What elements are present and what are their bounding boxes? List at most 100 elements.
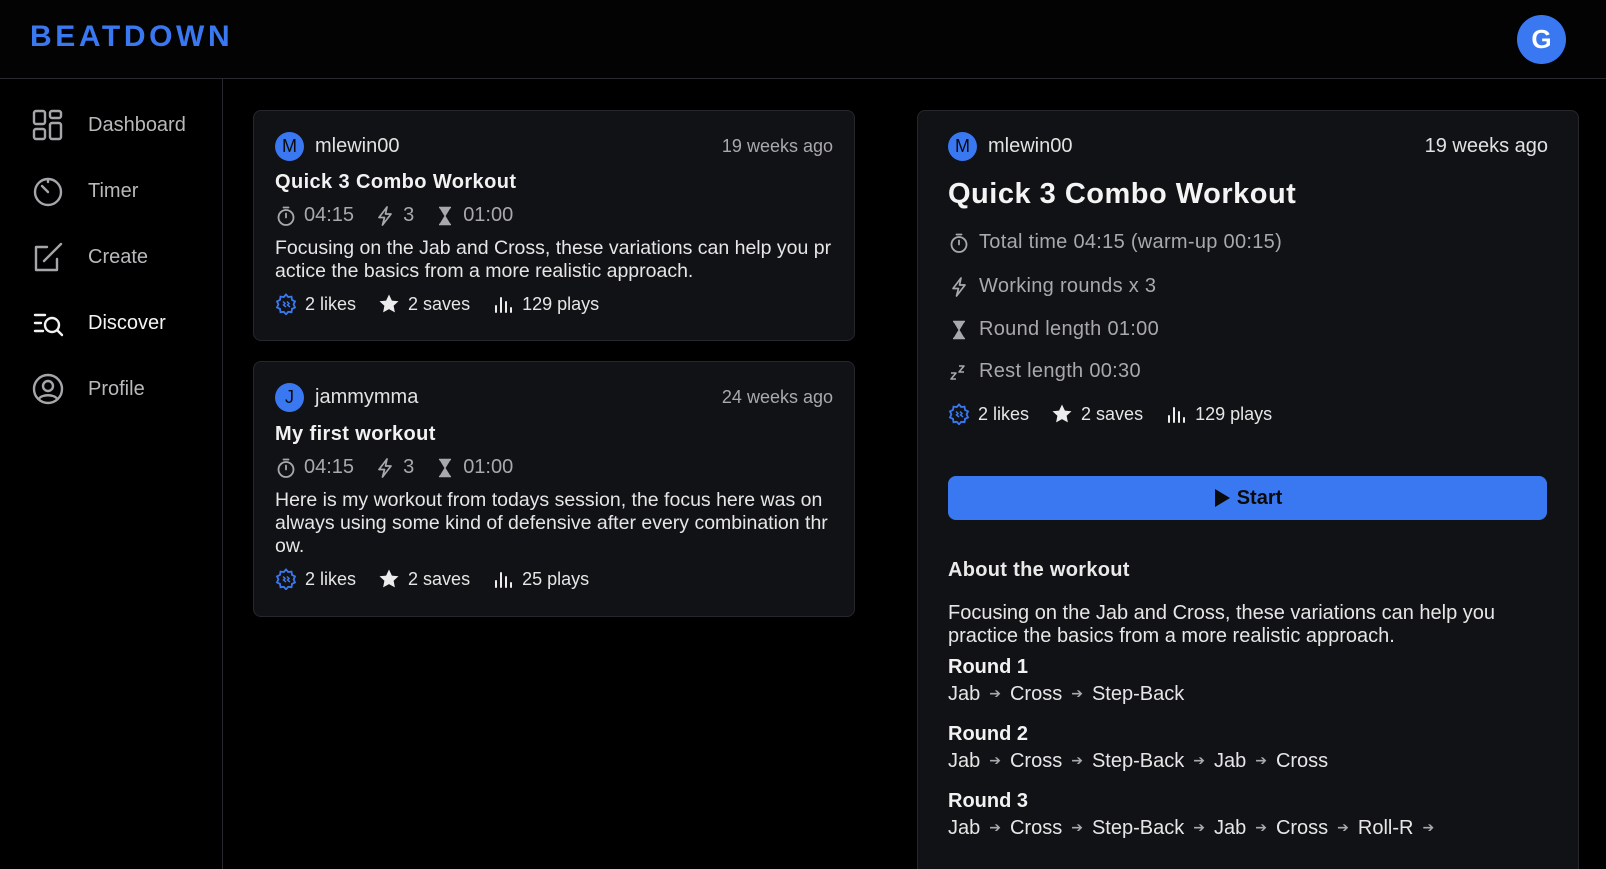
star-icon	[379, 294, 399, 313]
sidebar-item-label: Discover	[88, 311, 166, 334]
workout-time: 04:15	[304, 204, 355, 226]
plays-count: 129 plays	[522, 293, 600, 314]
lightning-icon	[952, 276, 966, 297]
arrow-right-icon: ➔	[1255, 752, 1267, 768]
sidebar-item-dashboard[interactable]: Dashboard	[30, 105, 220, 145]
create-icon	[30, 239, 66, 275]
username[interactable]: jammymma	[315, 386, 418, 409]
workout-title[interactable]: Quick 3 Combo Workout	[275, 171, 516, 194]
username[interactable]: mlewin00	[988, 135, 1072, 158]
sidebar-item-discover[interactable]: Discover	[30, 303, 220, 343]
likes-count: 2 likes	[305, 293, 357, 314]
user-avatar[interactable]: G	[1517, 15, 1566, 64]
sleep-icon	[950, 364, 965, 380]
move: Jab	[948, 817, 981, 839]
start-button[interactable]: Start	[948, 476, 1547, 520]
likes-count: 2 likes	[305, 568, 357, 589]
round-title: Round 3	[948, 790, 1028, 812]
avatar: J	[275, 383, 304, 412]
bar-chart-icon	[1168, 407, 1186, 423]
play-icon	[1214, 489, 1230, 507]
avatar: M	[948, 132, 977, 161]
plays-count: 25 plays	[522, 568, 590, 589]
likes-badge-icon	[275, 568, 297, 590]
workout-stats: 2 likes 2 saves 129 plays	[948, 403, 1294, 425]
sidebar-item-create[interactable]: Create	[30, 237, 220, 277]
rest-length-row: Rest length 00:30	[948, 360, 1141, 383]
saves-count: 2 saves	[408, 293, 471, 314]
timer-icon	[30, 173, 66, 209]
profile-icon	[30, 371, 66, 407]
round-sequence: Jab ➔ Cross ➔ Step-Back ➔ Jab ➔ Cross ➔ Roll-R ➔	[948, 817, 1443, 840]
arrow-right-icon: ➔	[1255, 819, 1267, 835]
saves-count: 2 saves	[408, 568, 471, 589]
likes-badge-icon	[275, 293, 297, 315]
workout-rounds: 3	[403, 204, 415, 226]
bar-chart-icon	[495, 297, 513, 313]
discover-icon	[30, 305, 66, 341]
sidebar-item-label: Create	[88, 245, 149, 268]
round-length: 01:00	[463, 204, 514, 226]
move: Jab	[948, 750, 981, 772]
round-sequence: Jab ➔ Cross ➔ Step-Back	[948, 683, 1184, 706]
top-bar: BEATDOWN G	[0, 0, 1606, 79]
likes-badge-icon	[948, 403, 970, 425]
stopwatch-icon	[277, 458, 295, 478]
arrow-right-icon: ➔	[1193, 819, 1205, 835]
move: Cross	[1009, 817, 1063, 839]
round-block: Round 3 Jab ➔ Cross ➔ Step-Back ➔ Jab ➔ Cross ➔ Ro…	[948, 790, 1443, 840]
brand-logo[interactable]: BEATDOWN	[30, 20, 233, 54]
workout-description: Focusing on the Jab and Cross, these var…	[275, 237, 832, 282]
star-icon	[1052, 404, 1072, 423]
rest-length: Rest length 00:30	[979, 360, 1141, 382]
workout-title[interactable]: My first workout	[275, 423, 436, 446]
round-length: 01:00	[463, 456, 514, 478]
about-heading: About the workout	[948, 559, 1130, 581]
username[interactable]: mlewin00	[315, 135, 399, 158]
move: Jab	[1213, 817, 1247, 839]
workout-stats: 2 likes 2 saves 25 plays	[275, 568, 611, 590]
avatar: M	[275, 132, 304, 161]
move: Roll-R	[1357, 817, 1414, 839]
sidebar: Dashboard Timer Create Discover Profile	[0, 79, 223, 869]
workout-description: Here is my workout from todays session, …	[275, 489, 828, 557]
timestamp: 19 weeks ago	[721, 136, 833, 156]
lightning-icon	[378, 205, 392, 226]
saves-count: 2 saves	[1081, 403, 1144, 424]
stopwatch-icon	[277, 206, 295, 226]
workout-time: 04:15	[304, 456, 355, 478]
arrow-right-icon: ➔	[1071, 819, 1083, 835]
round-title: Round 2	[948, 723, 1028, 745]
total-time: Total time 04:15 (warm-up 00:15)	[979, 231, 1283, 253]
workout-card[interactable]: M mlewin00 19 weeks ago Quick 3 Combo Wo…	[253, 110, 855, 341]
move: Cross	[1009, 750, 1063, 772]
arrow-right-icon: ➔	[1337, 819, 1349, 835]
hourglass-icon	[439, 206, 452, 225]
arrow-right-icon: ➔	[1422, 819, 1435, 835]
start-label: Start	[1236, 486, 1283, 509]
round-block: Round 1 Jab ➔ Cross ➔ Step-Back	[948, 656, 1184, 706]
round-length-row: Round length 01:00	[948, 318, 1159, 341]
arrow-right-icon: ➔	[1071, 685, 1083, 701]
hourglass-icon	[439, 458, 452, 477]
arrow-right-icon: ➔	[989, 685, 1001, 701]
dashboard-icon	[30, 107, 66, 143]
plays-count: 129 plays	[1195, 403, 1273, 424]
move: Jab	[948, 683, 981, 705]
lightning-icon	[378, 457, 392, 478]
sidebar-item-label: Profile	[88, 377, 145, 400]
detail-title: Quick 3 Combo Workout	[948, 178, 1297, 210]
likes-count: 2 likes	[978, 403, 1030, 424]
workout-detail-panel: M mlewin00 19 weeks ago Quick 3 Combo Wo…	[917, 110, 1579, 869]
total-time-row: Total time 04:15 (warm-up 00:15)	[948, 231, 1282, 254]
workout-card[interactable]: J jammymma 24 weeks ago My first workout…	[253, 361, 855, 617]
move: Cross	[1009, 683, 1063, 705]
sidebar-item-timer[interactable]: Timer	[30, 171, 220, 211]
sidebar-item-profile[interactable]: Profile	[30, 369, 220, 409]
move: Cross	[1275, 817, 1329, 839]
stopwatch-icon	[950, 233, 968, 253]
arrow-right-icon: ➔	[989, 819, 1001, 835]
about-text: Focusing on the Jab and Cross, these var…	[948, 602, 1495, 647]
sidebar-item-label: Dashboard	[88, 113, 186, 136]
hourglass-icon	[953, 320, 965, 339]
